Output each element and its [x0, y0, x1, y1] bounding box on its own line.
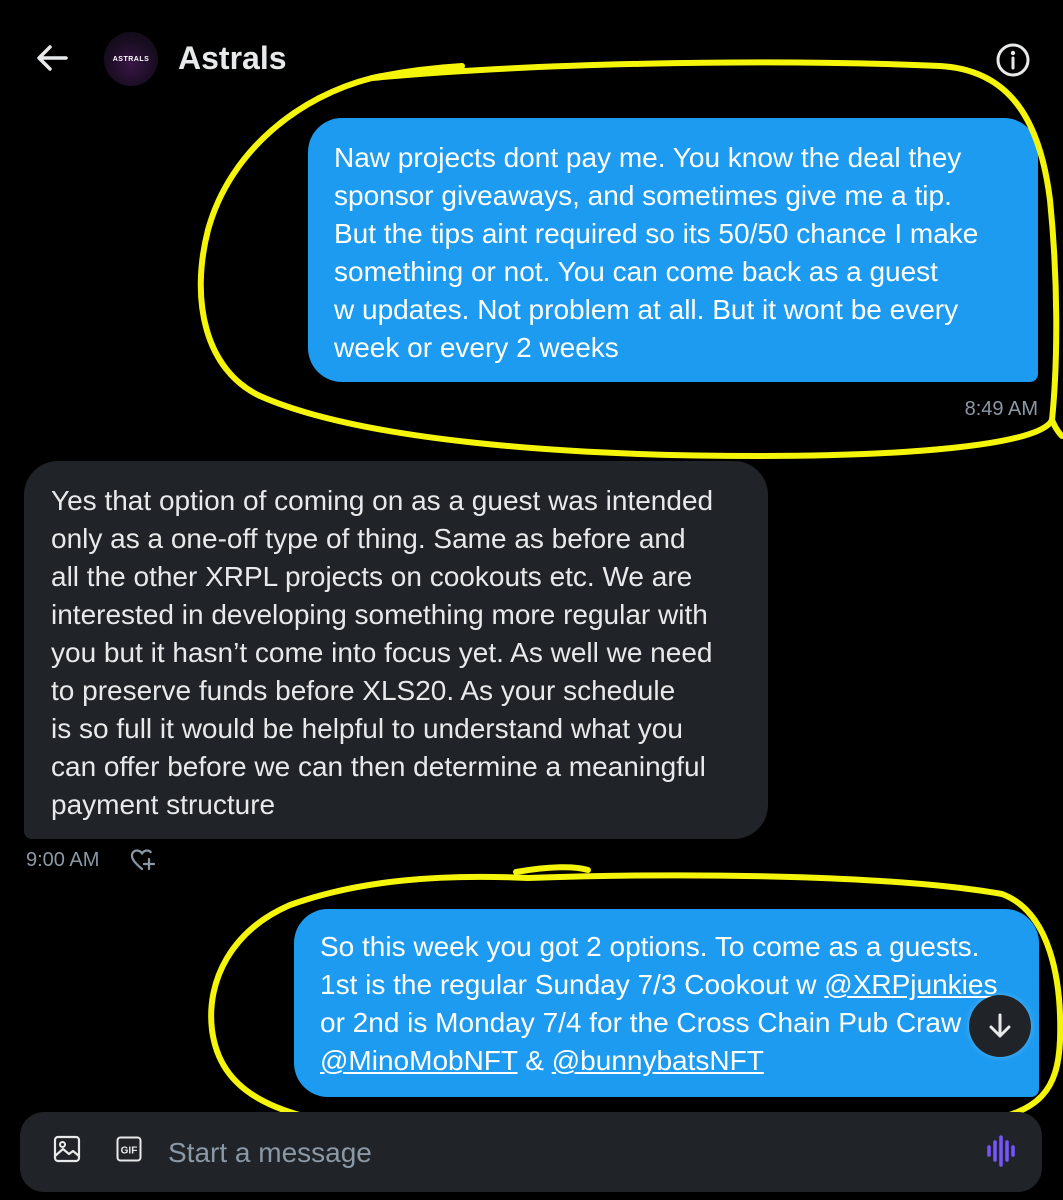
- message-text: Yes that option of coming on as a guest …: [51, 485, 714, 820]
- message-bubble-outgoing[interactable]: Naw projects dont pay me. You know the d…: [308, 118, 1038, 382]
- message-line: or 2nd is Monday 7/4 for the Cross Chain…: [320, 1007, 962, 1038]
- chat-title[interactable]: Astrals: [178, 40, 287, 77]
- chat-header: ASTRALS Astrals: [0, 0, 1063, 120]
- voice-wave-icon: [987, 1135, 1015, 1167]
- add-reaction-button[interactable]: [130, 847, 156, 873]
- mention-link[interactable]: @bunnybatsNFT: [552, 1045, 764, 1076]
- message-bubble-outgoing[interactable]: So this week you got 2 options. To come …: [294, 909, 1039, 1097]
- message-input[interactable]: [166, 1128, 950, 1178]
- message-line-text: 1st is the regular Sunday 7/3 Cookout w: [320, 969, 825, 1000]
- avatar[interactable]: ASTRALS: [104, 32, 158, 86]
- message-timestamp: 9:00 AM: [26, 849, 100, 871]
- message-composer: GIF: [20, 1112, 1042, 1192]
- arrow-down-icon: [989, 1013, 1011, 1038]
- image-icon: [53, 1135, 81, 1163]
- add-media-button[interactable]: [52, 1134, 82, 1164]
- info-icon: [996, 43, 1030, 77]
- mention-link[interactable]: @XRPjunkies: [824, 969, 997, 1000]
- mention-link[interactable]: @MinoMobNFT: [320, 1045, 518, 1076]
- back-button[interactable]: [32, 38, 72, 78]
- scroll-to-bottom-button[interactable]: [969, 995, 1031, 1057]
- message-line: So this week you got 2 options. To come …: [320, 931, 980, 962]
- gif-button[interactable]: GIF: [116, 1136, 142, 1162]
- gif-label: GIF: [121, 1146, 138, 1157]
- avatar-logo-text: ASTRALS: [112, 55, 150, 63]
- gif-icon: GIF: [116, 1136, 142, 1162]
- message-timestamp: 8:49 AM: [964, 398, 1038, 420]
- message-text: Naw projects dont pay me. You know the d…: [334, 142, 979, 363]
- message-bubble-incoming[interactable]: Yes that option of coming on as a guest …: [24, 461, 768, 839]
- arrow-left-icon: [37, 45, 68, 71]
- message-line: 1st is the regular Sunday 7/3 Cookout w …: [320, 966, 1019, 1004]
- message-line: @MinoMobNFT & @bunnybatsNFT: [320, 1042, 1019, 1080]
- voice-message-button[interactable]: [986, 1134, 1018, 1168]
- info-button[interactable]: [994, 41, 1032, 79]
- heart-plus-icon: [130, 849, 156, 871]
- message-line-text: &: [517, 1045, 552, 1076]
